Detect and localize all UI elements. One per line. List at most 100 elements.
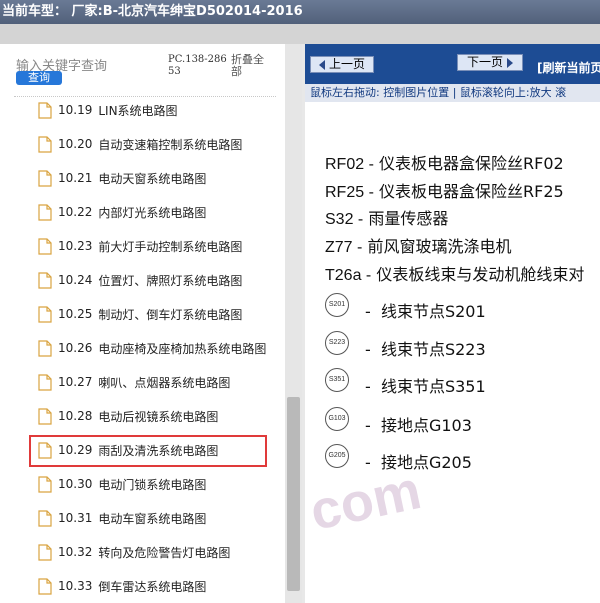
document-icon [38,543,52,561]
document-icon [38,135,52,153]
legend-code: S32 - [325,211,364,228]
usage-hint: 鼠标左右拖动: 控制图片位置 | 鼠标滚轮向上:放大 滚 [305,84,600,102]
document-icon [38,169,52,187]
node-row: - 接地点G103 [365,412,472,436]
legend-code: RF25 - [325,184,374,201]
tree-panel: 输入关键字查询 查询 PC.138-28653 折叠全部 10.19 LIN系统… [0,44,302,603]
node-row: - 线束节点S223 [365,336,486,360]
item-number: 10.24 [58,273,93,287]
legend-code: Z77 - [325,239,363,256]
node-desc: 接地点G205 [380,453,472,472]
collapse-all-button[interactable]: 折叠全部 [231,54,269,78]
node-dash: - [365,340,371,359]
diagram-panel: 上一页 下一页 [刷新当前页 鼠标左右拖动: 控制图片位置 | 鼠标滚轮向上:放… [305,44,600,603]
legend-desc: 前风窗玻璃洗涤电机 [367,237,512,256]
document-icon [38,407,52,425]
item-number: 10.21 [58,171,93,185]
legend-code: T26a - [325,267,372,284]
item-number: 10.25 [58,307,93,321]
tree-item-10-19[interactable]: 10.19 LIN系统电路图 [38,100,178,120]
item-title: 倒车雷达系统电路图 [98,579,207,594]
item-title: 自动变速箱控制系统电路图 [98,137,243,152]
tree-item-10-22[interactable]: 10.22 内部灯光系统电路图 [38,202,206,222]
next-page-button[interactable]: 下一页 [457,54,523,71]
document-icon [38,509,52,527]
legend-code: RF02 - [325,156,374,173]
node-row: - 接地点G205 [365,449,472,473]
node-dash: - [365,453,371,472]
node-desc: 接地点G103 [380,416,472,435]
item-number: 10.31 [58,511,93,525]
item-number: 10.33 [58,579,93,593]
node-row: - 线束节点S201 [365,298,486,322]
item-title: 电动车窗系统电路图 [98,511,207,526]
node-desc: 线束节点S201 [380,302,486,321]
item-title: 电动天窗系统电路图 [98,171,207,186]
scrollbar-thumb[interactable] [287,397,300,591]
document-icon [38,373,52,391]
legend-row: S32 - 雨量传感器 [325,205,448,229]
node-dash: - [365,416,371,435]
legend-row: Z77 - 前风窗玻璃洗涤电机 [325,233,511,257]
tree-item-10-30[interactable]: 10.30 电动门锁系统电路图 [38,474,206,494]
legend-desc: 仪表板电器盒保险丝RF25 [379,182,564,201]
item-title: 内部灯光系统电路图 [98,205,207,220]
item-title: 制动灯、倒车灯系统电路图 [98,307,243,322]
tree-item-10-32[interactable]: 10.32 转向及危险警告灯电路图 [38,542,230,562]
search-button[interactable]: 查询 [16,71,62,85]
pc-code-label: PC.138-28653 [168,54,227,77]
legend-desc: 仪表板线束与发动机舱线束对 [376,265,585,284]
node-desc: 线束节点S223 [380,340,486,359]
prev-page-button[interactable]: 上一页 [310,56,374,73]
document-icon [38,203,52,221]
tree-item-10-33[interactable]: 10.33 倒车雷达系统电路图 [38,576,206,596]
refresh-page-link[interactable]: [刷新当前页 [537,59,600,76]
tree-item-10-21[interactable]: 10.21 电动天窗系统电路图 [38,168,206,188]
item-number: 10.26 [58,341,93,355]
node-dash: - [365,377,371,396]
document-icon [38,101,52,119]
legend-row: RF25 - 仪表板电器盒保险丝RF25 [325,178,564,202]
page-nav-bar: 上一页 下一页 [刷新当前页 [305,44,600,84]
window-title: 当前车型： 厂家:B-北京汽车绅宝D502014-2016 [0,0,600,24]
node-row: - 线束节点S351 [365,373,486,397]
legend-desc: 雨量传感器 [368,209,449,228]
arrow-left-icon [318,59,325,70]
item-title: 转向及危险警告灯电路图 [98,545,231,560]
document-icon [38,339,52,357]
item-title: 电动座椅及座椅加热系统电路图 [98,341,267,356]
document-icon [38,237,52,255]
ground-point-icon: G103 [325,407,349,431]
item-title: 电动门锁系统电路图 [98,477,207,492]
item-title: 位置灯、牌照灯系统电路图 [98,273,243,288]
node-desc: 线束节点S351 [380,377,486,396]
item-number: 10.22 [58,205,93,219]
tree-item-10-26[interactable]: 10.26 电动座椅及座椅加热系统电路图 [38,338,266,358]
tree-item-10-28[interactable]: 10.28 电动后视镜系统电路图 [38,406,218,426]
tree-item-10-24[interactable]: 10.24 位置灯、牌照灯系统电路图 [38,270,242,290]
legend-row: RF02 - 仪表板电器盒保险丝RF02 [325,150,564,174]
tree-item-10-25[interactable]: 10.25 制动灯、倒车灯系统电路图 [38,304,242,324]
item-number: 10.30 [58,477,93,491]
item-title: 前大灯手动控制系统电路图 [98,239,243,254]
next-page-label: 下一页 [466,55,503,69]
toolbar-band [0,24,600,44]
document-icon [38,305,52,323]
legend-desc: 仪表板电器盒保险丝RF02 [379,154,564,173]
splice-node-icon: S201 [325,293,349,317]
tree-item-10-31[interactable]: 10.31 电动车窗系统电路图 [38,508,206,528]
divider [14,96,276,97]
selection-highlight-box [29,435,267,467]
tree-item-10-23[interactable]: 10.23 前大灯手动控制系统电路图 [38,236,242,256]
tree-item-10-27[interactable]: 10.27 喇叭、点烟器系统电路图 [38,372,230,392]
item-number: 10.23 [58,239,93,253]
legend-row: T26a - 仪表板线束与发动机舱线束对 [325,261,584,285]
tree-item-10-20[interactable]: 10.20 自动变速箱控制系统电路图 [38,134,242,154]
splice-node-icon: S351 [325,368,349,392]
item-title: 喇叭、点烟器系统电路图 [98,375,231,390]
item-number: 10.28 [58,409,93,423]
item-title: LIN系统电路图 [98,103,178,118]
document-icon [38,475,52,493]
document-icon [38,271,52,289]
item-number: 10.32 [58,545,93,559]
